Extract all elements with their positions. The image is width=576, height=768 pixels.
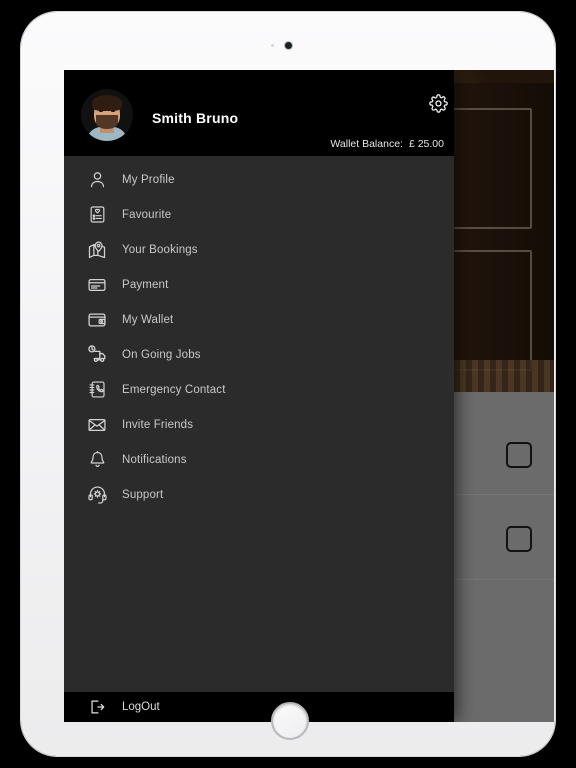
menu-item-favourite[interactable]: Favourite [64,197,454,232]
tablet-device-frame: Smith Bruno Wallet Balance: £ 25.00 My P… [21,12,555,756]
menu-item-label: Support [122,488,164,501]
menu-item-invite-friends[interactable]: Invite Friends [64,407,454,442]
ambient-sensor [271,44,274,47]
wallet-balance: Wallet Balance: £ 25.00 [330,138,444,150]
menu-item-label: Emergency Contact [122,383,226,396]
logout-button[interactable]: LogOut [64,692,454,722]
avatar[interactable] [81,89,133,141]
menu-item-label: My Profile [122,173,175,186]
menu-item-label: Favourite [122,208,172,221]
home-button[interactable] [271,702,309,740]
menu-item-label: Invite Friends [122,418,194,431]
menu-item-my-profile[interactable]: My Profile [64,162,454,197]
menu-item-label: My Wallet [122,313,174,326]
credit-card-icon [82,272,112,298]
wallet-balance-label: Wallet Balance: [330,138,403,150]
avatar-beard [96,115,118,129]
avatar-eye-left [99,110,103,112]
menu-item-my-wallet[interactable]: My Wallet [64,302,454,337]
menu-item-on-going-jobs[interactable]: On Going Jobs [64,337,454,372]
drawer-header: Smith Bruno Wallet Balance: £ 25.00 [64,70,454,156]
menu-item-label: Your Bookings [122,243,198,256]
wallet-balance-amount: £ 25.00 [408,138,444,150]
headset-gear-icon [82,482,112,508]
front-camera [285,42,292,49]
menu-item-support[interactable]: Support [64,477,454,512]
phone-book-icon [82,377,112,403]
truck-clock-icon [82,342,112,368]
bell-icon [82,447,112,473]
screenshot-stage: Smith Bruno Wallet Balance: £ 25.00 My P… [0,0,576,768]
wallet-icon [82,307,112,333]
device-screen: Smith Bruno Wallet Balance: £ 25.00 My P… [64,70,554,722]
user-name: Smith Bruno [152,110,239,126]
menu-item-notifications[interactable]: Notifications [64,442,454,477]
menu-item-label: Payment [122,278,169,291]
menu-item-payment[interactable]: Payment [64,267,454,302]
avatar-eye-right [111,110,115,112]
logout-label: LogOut [122,701,160,713]
logout-arrow-icon [82,696,112,718]
drawer-menu: My Profile Favourite Your Bookings Payme… [64,156,454,692]
gear-icon[interactable] [425,90,451,116]
map-pin-icon [82,237,112,263]
envelope-icon [82,412,112,438]
avatar-hair [92,95,122,111]
menu-item-label: Notifications [122,453,187,466]
avatar-photo [81,89,133,141]
menu-item-emergency-contact[interactable]: Emergency Contact [64,372,454,407]
person-icon [82,167,112,193]
menu-item-your-bookings[interactable]: Your Bookings [64,232,454,267]
clipboard-heart-icon [82,202,112,228]
menu-item-label: On Going Jobs [122,348,201,361]
navigation-drawer: Smith Bruno Wallet Balance: £ 25.00 My P… [64,70,454,722]
